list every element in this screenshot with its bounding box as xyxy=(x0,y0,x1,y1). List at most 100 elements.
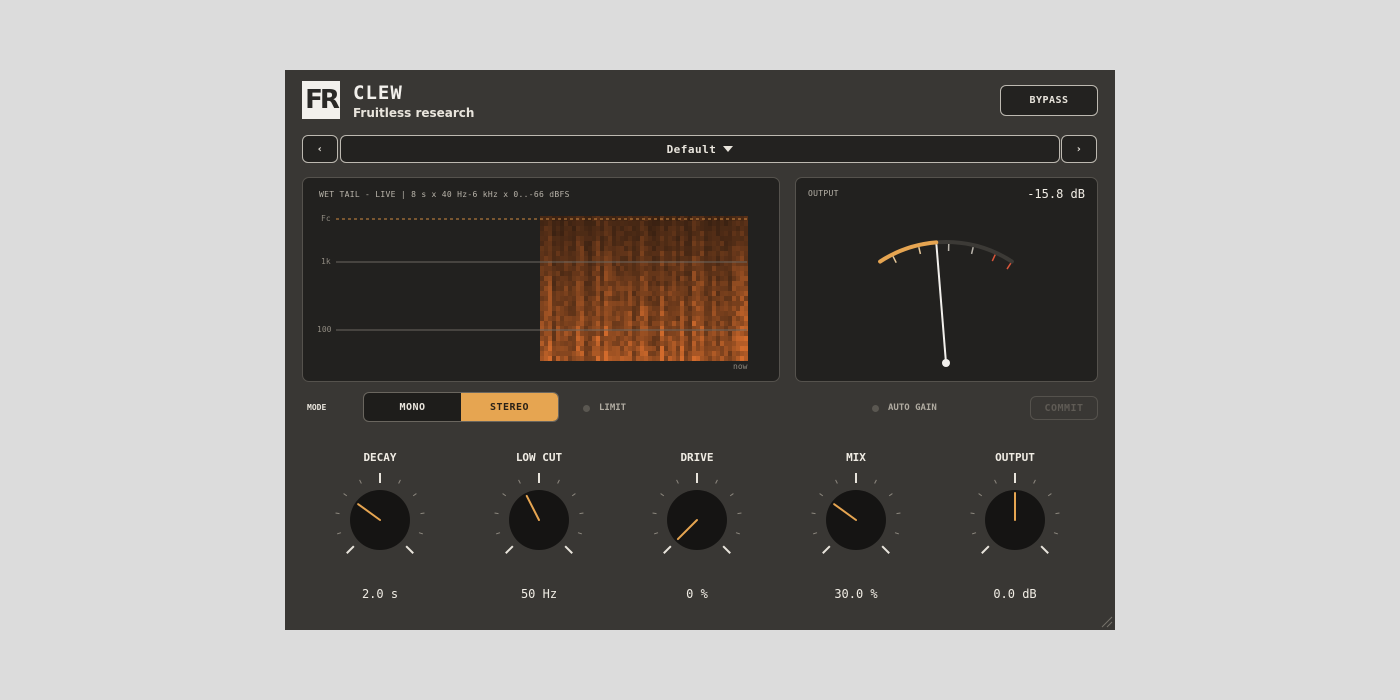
spectrogram-cell xyxy=(576,306,580,311)
preset-dropdown[interactable]: Default xyxy=(340,135,1060,163)
mode-stereo-button[interactable]: STEREO xyxy=(461,393,558,421)
spectrogram-cell xyxy=(684,336,688,341)
spectrogram-cell xyxy=(712,346,716,351)
limit-toggle[interactable]: LIMIT xyxy=(583,403,626,413)
spectrogram-cell xyxy=(560,221,564,226)
spectrogram-cell xyxy=(724,301,728,306)
spectrogram-cell xyxy=(672,341,676,346)
knob-dial[interactable] xyxy=(637,465,757,575)
bypass-button[interactable]: BYPASS xyxy=(1000,85,1098,116)
spectrogram-cell xyxy=(632,281,636,286)
dropdown-caret-icon xyxy=(723,146,734,152)
spectrogram-cell xyxy=(676,251,680,256)
spectrogram-cell xyxy=(580,331,584,336)
spectrogram-cell xyxy=(540,266,544,271)
previous-preset-button[interactable]: ‹ xyxy=(302,135,338,163)
spectrogram-cell xyxy=(548,306,552,311)
spectrogram-cell xyxy=(588,271,592,276)
knob-tick xyxy=(663,545,672,554)
spectrogram-cell xyxy=(540,356,544,361)
spectrogram-cell xyxy=(660,226,664,231)
spectrogram-cell xyxy=(564,331,568,336)
spectrogram-cell xyxy=(644,331,648,336)
spectrogram-cell xyxy=(728,301,732,306)
knob-dial[interactable] xyxy=(479,465,599,575)
spectrogram-cell xyxy=(716,236,720,241)
knob-dial[interactable] xyxy=(955,465,1075,575)
spectrogram-cell xyxy=(648,356,652,361)
knob-low-cut[interactable]: LOW CUT 50 Hz xyxy=(479,451,599,621)
spectrogram-cell xyxy=(556,281,560,286)
spectrogram-cell xyxy=(724,321,728,326)
spectrogram-cell xyxy=(584,281,588,286)
spectrogram-cell xyxy=(552,281,556,286)
spectrogram-cell xyxy=(632,311,636,316)
spectrogram-cell xyxy=(684,291,688,296)
spectrogram-cell xyxy=(676,311,680,316)
spectrogram-cell xyxy=(540,246,544,251)
spectrogram-cell xyxy=(664,321,668,326)
spectrogram-cell xyxy=(648,226,652,231)
spectrogram-cell xyxy=(724,251,728,256)
spectrogram-cell xyxy=(612,296,616,301)
commit-button[interactable]: COMMIT xyxy=(1030,396,1098,420)
knob-dial[interactable] xyxy=(320,465,440,575)
mode-mono-button[interactable]: MONO xyxy=(364,393,461,421)
spectrogram-cell xyxy=(552,236,556,241)
spectrogram-cell xyxy=(552,311,556,316)
spectrogram-cell xyxy=(648,306,652,311)
spectrogram-cell xyxy=(600,256,604,261)
spectrogram-cell xyxy=(604,286,608,291)
spectrogram-cell xyxy=(616,311,620,316)
spectrogram-cell xyxy=(624,331,628,336)
spectrogram-cell xyxy=(624,306,628,311)
spectrogram-cell xyxy=(620,321,624,326)
knob-tick xyxy=(970,512,975,515)
spectrogram-cell xyxy=(636,281,640,286)
knob-dial[interactable] xyxy=(796,465,916,575)
spectrogram-cell xyxy=(628,231,632,236)
spectrogram-cell xyxy=(704,336,708,341)
knob-mix[interactable]: MIX 30.0 % xyxy=(796,451,916,621)
spectrogram-cell xyxy=(688,351,692,356)
spectrogram-cell xyxy=(676,286,680,291)
spectrogram-cell xyxy=(672,221,676,226)
spectrogram-cell xyxy=(584,346,588,351)
knob-tick xyxy=(654,532,659,535)
spectrogram-cell xyxy=(564,281,568,286)
gauge-pivot xyxy=(942,359,950,367)
spectrogram-cell xyxy=(728,256,732,261)
spectrogram-cell xyxy=(548,226,552,231)
spectrogram-cell xyxy=(580,266,584,271)
spectrogram-cell xyxy=(548,231,552,236)
knob-decay[interactable]: DECAY 2.0 s xyxy=(320,451,440,621)
spectrogram-cell xyxy=(716,311,720,316)
spectrogram-cell xyxy=(584,316,588,321)
spectrogram-cell xyxy=(640,356,644,361)
spectrogram-cell xyxy=(660,231,664,236)
knob-drive[interactable]: DRIVE 0 % xyxy=(637,451,757,621)
spectrogram-cell xyxy=(576,336,580,341)
spectrogram-cell xyxy=(724,241,728,246)
auto-gain-toggle[interactable]: AUTO GAIN xyxy=(872,403,937,413)
spectrogram-cell xyxy=(652,276,656,281)
spectrogram-cell xyxy=(652,336,656,341)
spectrogram-cell xyxy=(672,286,676,291)
spectrogram-cell xyxy=(616,306,620,311)
spectrogram-cell xyxy=(608,346,612,351)
knob-output[interactable]: OUTPUT 0.0 dB xyxy=(955,451,1075,621)
spectrogram-cell xyxy=(624,341,628,346)
spectrogram-cell xyxy=(616,316,620,321)
spectrogram-cell xyxy=(560,271,564,276)
spectrogram-cell xyxy=(684,251,688,256)
spectrogram-cell xyxy=(552,321,556,326)
spectrogram-cell xyxy=(588,251,592,256)
spectrogram-cell xyxy=(628,351,632,356)
spectrogram-cell xyxy=(684,356,688,361)
spectrogram-cell xyxy=(688,301,692,306)
spectrogram-cell xyxy=(744,266,748,271)
resize-grip-icon[interactable] xyxy=(1099,614,1113,628)
spectrogram-cell xyxy=(588,291,592,296)
next-preset-button[interactable]: › xyxy=(1061,135,1097,163)
spectrogram-cell xyxy=(540,276,544,281)
